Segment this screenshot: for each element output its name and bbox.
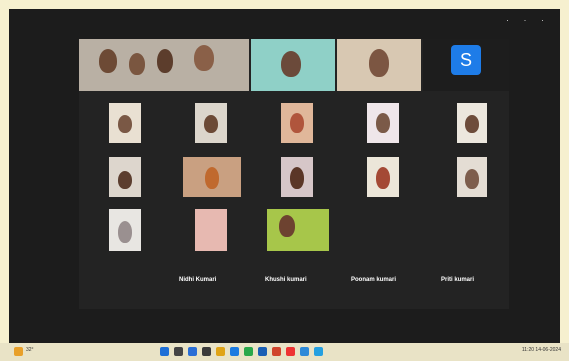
powerpoint-icon[interactable] bbox=[272, 347, 281, 356]
participant-video bbox=[204, 115, 218, 133]
system-tray[interactable]: 11:20 14-06-2024 bbox=[522, 347, 561, 353]
participant-video bbox=[118, 171, 132, 189]
store-icon[interactable] bbox=[300, 347, 309, 356]
participant-video bbox=[376, 113, 390, 133]
participant-tile[interactable] bbox=[367, 157, 399, 197]
edge-icon[interactable] bbox=[202, 347, 211, 356]
search-icon[interactable] bbox=[174, 347, 183, 356]
participant-tile[interactable] bbox=[79, 39, 249, 91]
windows-taskbar: 32° 11:20 14-06-2024 bbox=[0, 343, 569, 361]
participant-video bbox=[465, 115, 479, 133]
weather-icon[interactable] bbox=[14, 347, 23, 356]
participant-tile[interactable] bbox=[195, 103, 227, 143]
participant-video bbox=[290, 113, 304, 133]
participant-tile[interactable] bbox=[109, 103, 141, 143]
participant-tile[interactable] bbox=[457, 103, 487, 143]
participant-name: Nidhi Kumari bbox=[179, 277, 217, 283]
participant-tile[interactable] bbox=[281, 157, 313, 197]
participant-name: Poonam kumari bbox=[351, 277, 397, 283]
participant-tile[interactable] bbox=[195, 209, 227, 251]
participant-tile[interactable] bbox=[281, 103, 313, 143]
participant-video bbox=[118, 221, 132, 243]
participant-video bbox=[129, 53, 145, 75]
participant-video bbox=[376, 167, 390, 189]
clock: 11:20 bbox=[521, 347, 535, 353]
participant-tile[interactable]: S bbox=[423, 39, 509, 91]
start-icon[interactable] bbox=[160, 347, 169, 356]
task-view-icon[interactable] bbox=[188, 347, 197, 356]
participant-name: Priti kumari bbox=[441, 277, 475, 283]
chrome-icon[interactable] bbox=[286, 347, 295, 356]
participant-tile[interactable] bbox=[337, 39, 421, 91]
participant-video bbox=[281, 51, 301, 77]
date: 14-06-2024 bbox=[535, 347, 561, 353]
avatar: S bbox=[451, 45, 481, 75]
participant-video bbox=[465, 169, 479, 189]
participant-tile[interactable] bbox=[183, 157, 241, 197]
participant-video bbox=[205, 167, 219, 189]
participant-name: Khushi kumari bbox=[265, 277, 307, 283]
participant-video bbox=[279, 215, 295, 237]
zoom-meeting-window: · · · S Nidhi Kumari Khushi kumari Poona… bbox=[9, 9, 560, 343]
participant-video bbox=[369, 49, 389, 77]
participant-tile[interactable] bbox=[109, 157, 141, 197]
participant-video bbox=[157, 49, 173, 73]
zoom-icon[interactable] bbox=[230, 347, 239, 356]
participant-video bbox=[99, 49, 117, 73]
file-explorer-icon[interactable] bbox=[216, 347, 225, 356]
participant-tile[interactable] bbox=[267, 209, 329, 251]
participant-tile[interactable] bbox=[251, 39, 335, 91]
weather-text: 32° bbox=[26, 347, 34, 353]
app-icon[interactable] bbox=[314, 347, 323, 356]
window-controls[interactable]: · · · bbox=[506, 15, 550, 25]
participant-video bbox=[194, 45, 214, 71]
participant-video bbox=[118, 115, 132, 133]
participant-tile[interactable] bbox=[367, 103, 399, 143]
participant-gallery: S Nidhi Kumari Khushi kumari Poonam kuma… bbox=[79, 39, 509, 309]
participant-tile[interactable] bbox=[457, 157, 487, 197]
participant-tile[interactable] bbox=[109, 209, 141, 251]
word-icon[interactable] bbox=[258, 347, 267, 356]
excel-icon[interactable] bbox=[244, 347, 253, 356]
participant-video bbox=[290, 167, 304, 189]
